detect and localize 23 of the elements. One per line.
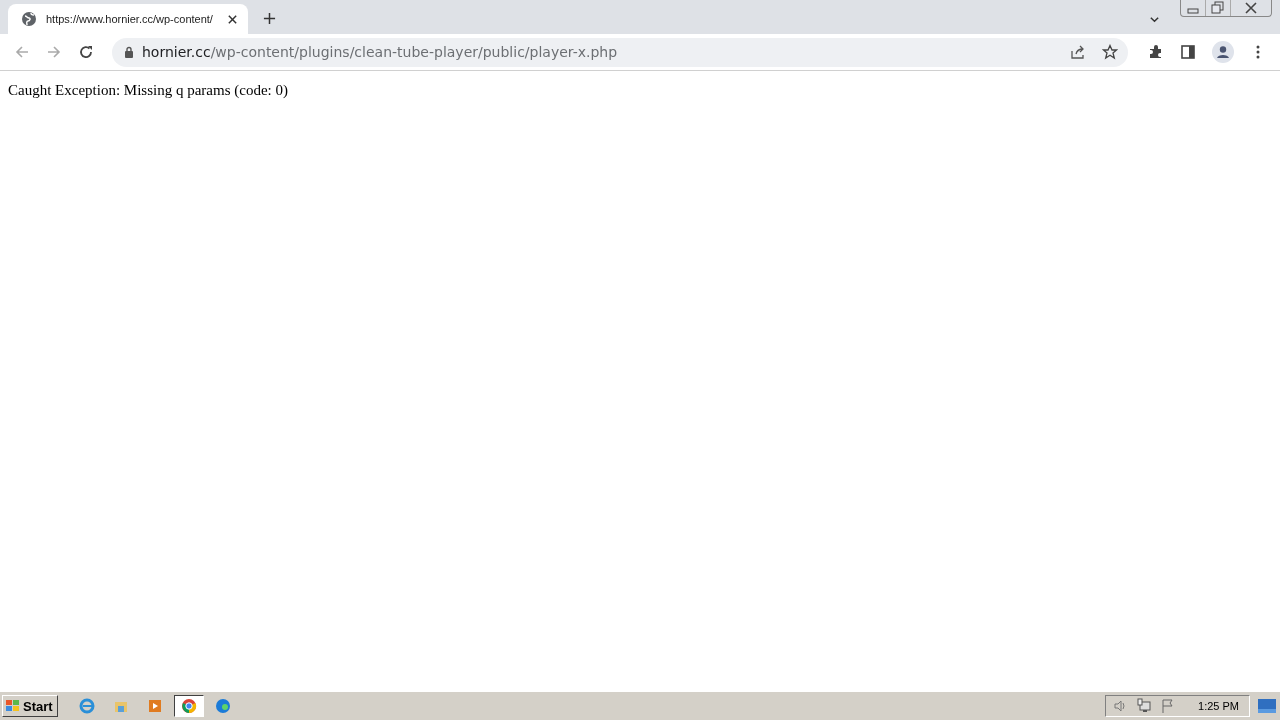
reload-icon[interactable] bbox=[78, 44, 94, 60]
puzzle-icon[interactable] bbox=[1148, 44, 1164, 60]
star-icon[interactable] bbox=[1102, 44, 1118, 60]
start-button[interactable]: Start bbox=[2, 695, 58, 717]
address-bar[interactable]: hornier.cc/wp-content/plugins/clean-tube-player/public/player-x.php bbox=[112, 37, 1128, 67]
globe-icon bbox=[21, 11, 37, 27]
profile-icon[interactable] bbox=[1212, 41, 1234, 63]
browser-tab[interactable]: https://www.hornier.cc/wp-content/ bbox=[8, 4, 248, 34]
clock: 1:25 PM bbox=[1198, 700, 1239, 712]
windows-logo-icon bbox=[5, 698, 21, 714]
lock-icon bbox=[124, 46, 134, 58]
new-tab-icon[interactable] bbox=[263, 12, 276, 25]
url-text: hornier.cc/wp-content/plugins/clean-tube-player/public/player-x.php bbox=[142, 44, 618, 60]
play-icon bbox=[146, 698, 163, 714]
tab-title: https://www.hornier.cc/wp-content/ bbox=[46, 13, 214, 25]
network-icon[interactable] bbox=[1136, 698, 1153, 714]
close-icon[interactable] bbox=[227, 13, 238, 25]
error-message: Caught Exception: Missing q params (code: 0) bbox=[8, 82, 288, 98]
share-icon[interactable] bbox=[1070, 44, 1086, 60]
chevron-down-icon[interactable] bbox=[1149, 14, 1160, 25]
browser-taskbar-button[interactable] bbox=[173, 695, 204, 717]
chrome-logo-icon bbox=[180, 698, 197, 714]
side-panel-icon[interactable] bbox=[1180, 44, 1196, 60]
